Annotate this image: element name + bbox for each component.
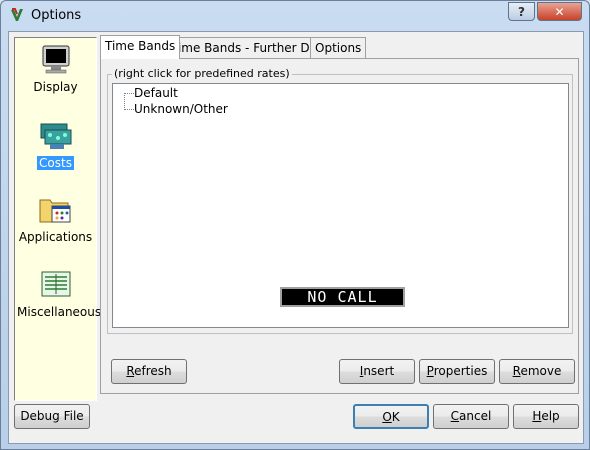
help-window-button[interactable]: ? <box>508 2 535 21</box>
sidebar-item-label: Costs <box>37 156 74 170</box>
refresh-button[interactable]: Refresh <box>111 359 187 384</box>
close-window-button[interactable]: ✕ <box>537 2 582 21</box>
dialog-client-area: Display Costs Applications Miscellaneous… <box>8 31 584 444</box>
miscellaneous-document-icon <box>41 271 70 297</box>
options-window: Options ? ✕ Display Costs Applications M… <box>0 0 590 450</box>
close-icon: ✕ <box>554 4 565 19</box>
time-bands-tree[interactable]: Default Unknown/Other NO CALL <box>112 83 569 328</box>
sidebar-item-costs[interactable]: Costs <box>15 120 96 170</box>
monitor-icon <box>42 45 69 74</box>
sidebar-item-label: Applications <box>18 230 93 244</box>
window-title: Options <box>31 8 82 23</box>
tree-item-unknown-other[interactable]: Unknown/Other <box>134 102 228 116</box>
call-status-display: NO CALL <box>280 287 405 307</box>
tree-connector <box>124 93 134 94</box>
tab-label: Options <box>315 41 362 55</box>
question-mark-icon: ? <box>518 4 525 19</box>
tab-label: Time Bands <box>105 39 176 53</box>
category-sidebar: Display Costs Applications Miscellaneous <box>14 37 101 401</box>
sidebar-item-label: Miscellaneous <box>17 305 102 319</box>
tab-options[interactable]: Options <box>310 37 367 58</box>
sidebar-item-applications[interactable]: Applications <box>15 194 96 244</box>
sidebar-item-display[interactable]: Display <box>15 44 96 94</box>
cancel-button[interactable]: Cancel <box>433 404 509 429</box>
debug-file-button[interactable]: Debug File <box>14 404 90 429</box>
group-label: (right click for predefined rates) <box>112 67 292 80</box>
time-bands-panel: (right click for predefined rates) Defau… <box>100 58 579 394</box>
tree-connector <box>124 93 125 110</box>
remove-button[interactable]: Remove <box>499 359 575 384</box>
tree-item-default[interactable]: Default <box>134 86 178 100</box>
tree-connector <box>124 109 134 110</box>
help-button[interactable]: Help <box>513 404 579 429</box>
tab-time-bands[interactable]: Time Bands <box>100 35 181 59</box>
sidebar-item-miscellaneous[interactable]: Miscellaneous <box>15 269 101 319</box>
costs-icon <box>40 123 71 149</box>
applications-folder-icon <box>39 199 70 223</box>
app-icon <box>11 8 23 21</box>
properties-button[interactable]: Properties <box>419 359 495 384</box>
sidebar-item-label: Display <box>33 80 78 94</box>
ok-button[interactable]: OK <box>353 404 429 429</box>
title-bar[interactable]: Options ? ✕ <box>1 1 589 31</box>
insert-button[interactable]: Insert <box>339 359 415 384</box>
rates-group-box: (right click for predefined rates) Defau… <box>107 67 573 334</box>
